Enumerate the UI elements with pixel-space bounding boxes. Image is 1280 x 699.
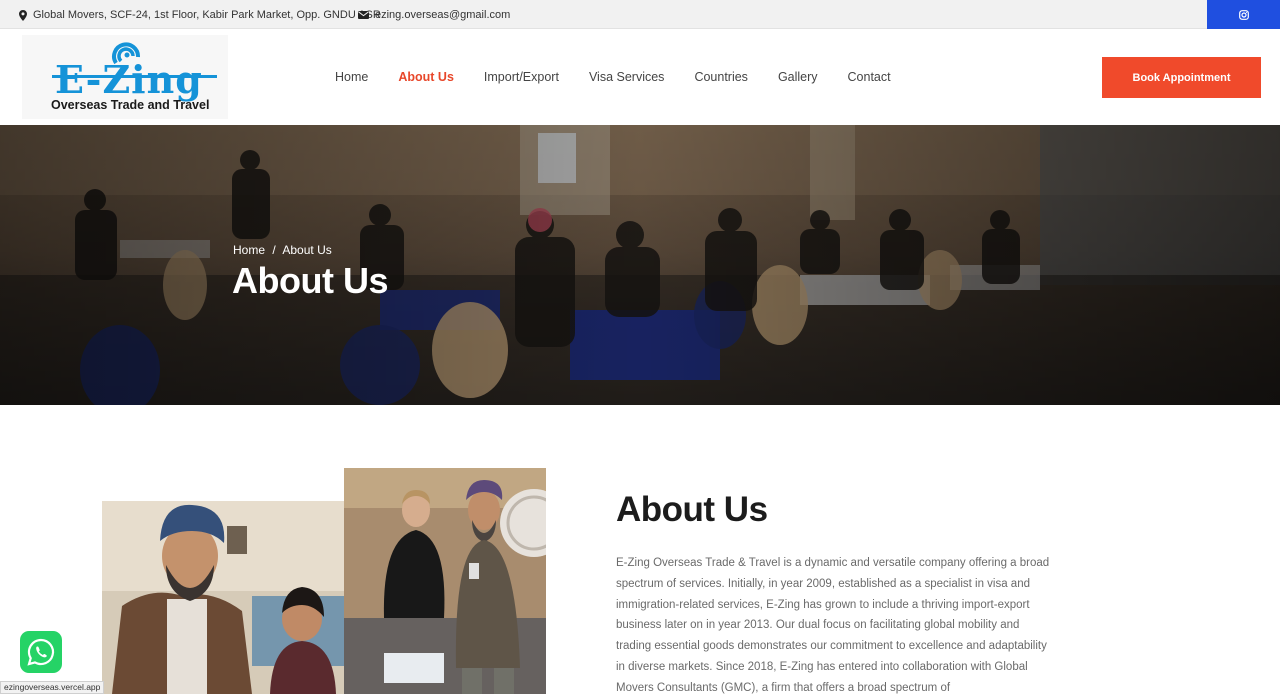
- address-text: Global Movers, SCF-24, 1st Floor, Kabir …: [33, 9, 381, 21]
- about-photo-2: [344, 468, 546, 694]
- logo-wordmark: E-Zing: [55, 57, 203, 102]
- breadcrumb: Home / About Us: [233, 243, 332, 257]
- top-bar: Global Movers, SCF-24, 1st Floor, Kabir …: [0, 0, 1280, 29]
- instagram-icon: [1238, 9, 1249, 20]
- nav-visa-services[interactable]: Visa Services: [589, 70, 665, 84]
- about-heading: About Us: [616, 490, 768, 529]
- nav-countries[interactable]: Countries: [694, 70, 748, 84]
- nav-about-us[interactable]: About Us: [398, 70, 454, 84]
- email-text[interactable]: ezing.overseas@gmail.com: [375, 9, 510, 21]
- breadcrumb-separator: /: [272, 243, 276, 257]
- address-info: Global Movers, SCF-24, 1st Floor, Kabir …: [19, 9, 381, 21]
- email-info[interactable]: ezing.overseas@gmail.com: [358, 9, 510, 21]
- mail-icon: [358, 11, 369, 19]
- main-nav: Home About Us Import/Export Visa Service…: [335, 70, 921, 84]
- whatsapp-icon: [27, 638, 55, 666]
- instagram-button[interactable]: [1207, 0, 1280, 29]
- nav-contact[interactable]: Contact: [848, 70, 891, 84]
- logo-tagline: Overseas Trade and Travel: [51, 98, 210, 112]
- whatsapp-button[interactable]: [20, 631, 62, 673]
- breadcrumb-home[interactable]: Home: [233, 243, 265, 257]
- logo-wordmark-text: E-Zing: [55, 57, 203, 102]
- nav-import-export[interactable]: Import/Export: [484, 70, 559, 84]
- about-photo-2-image: [344, 468, 546, 694]
- about-body-text: E-Zing Overseas Trade & Travel is a dyna…: [616, 557, 1050, 694]
- nav-home[interactable]: Home: [335, 70, 368, 84]
- nav-gallery[interactable]: Gallery: [778, 70, 818, 84]
- hero-banner: Home / About Us About Us: [0, 125, 1280, 405]
- page-title: About Us: [232, 260, 388, 301]
- hero-background-image: [0, 125, 1280, 405]
- about-photo-1-image: [102, 501, 344, 694]
- status-bar-url: ezingoverseas.vercel.app: [0, 681, 105, 694]
- breadcrumb-current: About Us: [282, 243, 332, 257]
- map-pin-icon: [19, 9, 27, 21]
- site-header: E-Zing Overseas Trade and Travel Home Ab…: [0, 29, 1280, 125]
- about-photo-1: [102, 501, 344, 694]
- site-logo[interactable]: E-Zing Overseas Trade and Travel: [22, 35, 228, 119]
- book-appointment-button[interactable]: Book Appointment: [1102, 57, 1261, 98]
